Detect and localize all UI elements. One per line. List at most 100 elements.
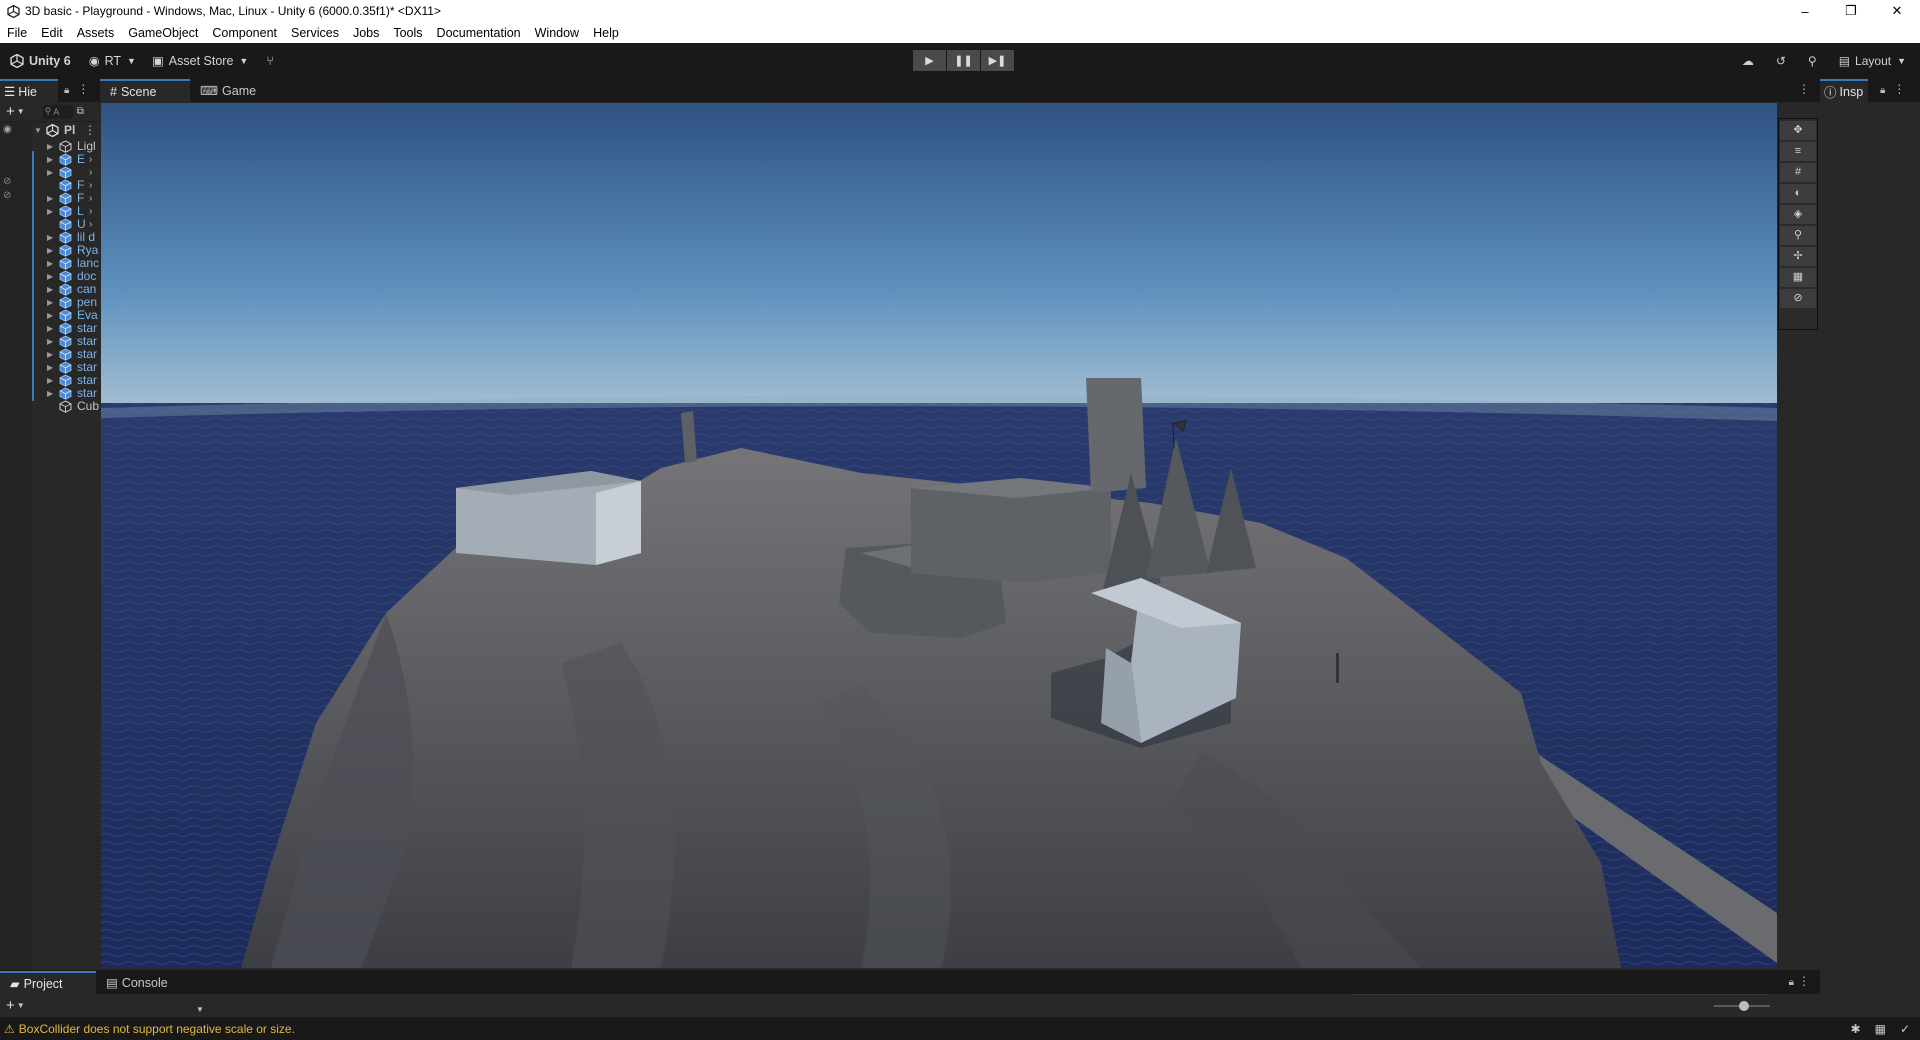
- menu-gameobject[interactable]: GameObject: [128, 26, 198, 40]
- close-button[interactable]: ✕: [1874, 0, 1920, 22]
- chevron-down-icon[interactable]: ▼: [17, 107, 25, 116]
- menu-tools[interactable]: Tools: [393, 26, 422, 40]
- lock-icon[interactable]: 🔒︎: [1789, 977, 1794, 988]
- scene-tab-strip: # Scene ⌨ Game ⋮: [100, 78, 1820, 102]
- tab-inspector[interactable]: ⓘ Insp: [1820, 79, 1868, 102]
- search-input[interactable]: ⚲ A: [42, 104, 73, 119]
- camera-icon[interactable]: ▦: [1780, 268, 1816, 287]
- scene-visibility-icon[interactable]: ⧉: [77, 106, 84, 117]
- menu-edit[interactable]: Edit: [41, 26, 63, 40]
- zoom-icon[interactable]: ⚲: [1780, 226, 1816, 245]
- grid-snap-icon[interactable]: #: [1780, 163, 1816, 182]
- tab-console-label: Console: [121, 975, 168, 990]
- expand-arrow-icon[interactable]: ▶: [47, 233, 53, 242]
- lock-icon[interactable]: 🔒︎: [64, 85, 69, 96]
- user-dropdown[interactable]: ◉ RT ▼: [89, 53, 136, 69]
- tab-project[interactable]: ▰ Project: [0, 971, 96, 994]
- layers-icon[interactable]: ◈: [1780, 205, 1816, 224]
- cache-icon[interactable]: ▦: [1875, 1022, 1886, 1036]
- folder-icon: ▰: [10, 977, 20, 991]
- scene-render: [101, 103, 1777, 968]
- add-icon[interactable]: +: [6, 997, 15, 1014]
- kebab-menu-icon[interactable]: ⋮: [1798, 974, 1810, 988]
- expand-arrow-icon[interactable]: ▶: [47, 207, 53, 216]
- rect-tool-icon[interactable]: ≡: [1780, 142, 1816, 161]
- tab-console[interactable]: ▤ Console: [96, 971, 178, 994]
- menu-window[interactable]: Window: [535, 26, 579, 40]
- history-icon[interactable]: ↺: [1776, 54, 1786, 68]
- expand-arrow-icon[interactable]: ▶: [47, 389, 53, 398]
- compass-icon[interactable]: ⊘: [1780, 289, 1816, 308]
- expand-arrow-icon[interactable]: ▶: [47, 363, 53, 372]
- chevron-right-icon[interactable]: ›: [89, 180, 92, 191]
- move-tool-icon[interactable]: ✥: [1780, 121, 1816, 140]
- expand-arrow-icon[interactable]: ▶: [47, 272, 53, 281]
- menu-jobs[interactable]: Jobs: [353, 26, 379, 40]
- step-button[interactable]: ▶❚: [981, 50, 1014, 71]
- scene-root-row[interactable]: ▼ Pl ⋮: [0, 122, 100, 138]
- bottom-tab-strip: ▰ Project ▤ Console 🔒︎ ⋮: [0, 970, 1820, 994]
- expand-arrow-icon[interactable]: ▼: [34, 126, 42, 135]
- kebab-menu-icon[interactable]: ⋮: [77, 82, 89, 96]
- add-icon[interactable]: +: [6, 103, 15, 120]
- asset-store-dropdown[interactable]: ▣ Asset Store ▼: [152, 53, 249, 69]
- menu-component[interactable]: Component: [212, 26, 277, 40]
- expand-arrow-icon[interactable]: ▶: [47, 376, 53, 385]
- search-icon[interactable]: ⚲: [1808, 54, 1817, 68]
- menu-assets[interactable]: Assets: [77, 26, 115, 40]
- menu-help[interactable]: Help: [593, 26, 619, 40]
- minimize-button[interactable]: –: [1782, 0, 1828, 22]
- restore-button[interactable]: ❐: [1828, 0, 1874, 22]
- tab-scene[interactable]: # Scene: [100, 79, 190, 102]
- menu-file[interactable]: File: [7, 26, 27, 40]
- chevron-down-icon: ▼: [239, 55, 249, 66]
- lock-icon[interactable]: 🔒︎: [1880, 85, 1885, 96]
- menu-documentation[interactable]: Documentation: [437, 26, 521, 40]
- expand-arrow-icon[interactable]: ▶: [47, 259, 53, 268]
- expand-arrow-icon[interactable]: ▶: [47, 311, 53, 320]
- chevron-right-icon[interactable]: ›: [89, 206, 92, 217]
- account-label: Unity 6: [29, 53, 71, 68]
- zoom-slider[interactable]: [1714, 1001, 1770, 1011]
- status-message[interactable]: BoxCollider does not support negative sc…: [19, 1022, 295, 1036]
- kebab-menu-icon[interactable]: ⋮: [84, 123, 96, 137]
- scene-viewport[interactable]: [101, 103, 1777, 968]
- hierarchy-row[interactable]: Cub: [0, 398, 100, 414]
- expand-arrow-icon[interactable]: ▶: [47, 246, 53, 255]
- chevron-right-icon[interactable]: ›: [89, 167, 92, 178]
- expand-arrow-icon[interactable]: ▶: [47, 298, 53, 307]
- chevron-right-icon[interactable]: ›: [89, 219, 92, 230]
- layout-dropdown[interactable]: ▤ Layout ▼: [1839, 54, 1906, 68]
- chevron-down-icon: ▼: [1897, 55, 1906, 66]
- divider: [1350, 994, 1770, 995]
- cloud-icon[interactable]: ☁: [1742, 54, 1754, 68]
- chevron-right-icon[interactable]: ›: [89, 193, 92, 204]
- expand-arrow-icon[interactable]: ▶: [47, 142, 53, 151]
- kebab-menu-icon[interactable]: ⋮: [1798, 82, 1810, 96]
- tab-game[interactable]: ⌨ Game: [190, 79, 266, 102]
- expand-arrow-icon[interactable]: ▶: [47, 194, 53, 203]
- chevron-right-icon[interactable]: ›: [89, 154, 92, 165]
- expand-arrow-icon[interactable]: ▶: [47, 155, 53, 164]
- kebab-menu-icon[interactable]: ⋮: [1893, 82, 1905, 96]
- pause-button[interactable]: ❚❚: [947, 50, 980, 71]
- version-control-button[interactable]: ⑂: [266, 54, 274, 68]
- expand-arrow-icon[interactable]: ▶: [47, 337, 53, 346]
- unity-account-button[interactable]: Unity 6: [10, 53, 71, 68]
- play-button[interactable]: ▶: [913, 50, 946, 71]
- menu-services[interactable]: Services: [291, 26, 339, 40]
- chevron-down-icon: ▼: [127, 55, 136, 66]
- debug-icon[interactable]: ✱: [1851, 1022, 1861, 1036]
- expand-arrow-icon[interactable]: ▶: [47, 168, 53, 177]
- branch-icon: ⑂: [266, 53, 274, 68]
- expand-arrow-icon[interactable]: ▶: [47, 285, 53, 294]
- expand-arrow-icon[interactable]: ▶: [47, 324, 53, 333]
- check-circle-icon[interactable]: ✓: [1900, 1022, 1910, 1036]
- tab-hierarchy[interactable]: ☰ Hie: [0, 79, 58, 102]
- chevron-down-icon[interactable]: ▼: [196, 1005, 204, 1014]
- expand-arrow-icon[interactable]: ▶: [47, 350, 53, 359]
- chevron-down-icon[interactable]: ▼: [17, 1001, 25, 1010]
- shading-mode-icon[interactable]: ◐: [1780, 184, 1816, 203]
- pan-icon[interactable]: ✢: [1780, 247, 1816, 266]
- zoom-slider-knob[interactable]: [1739, 1001, 1750, 1011]
